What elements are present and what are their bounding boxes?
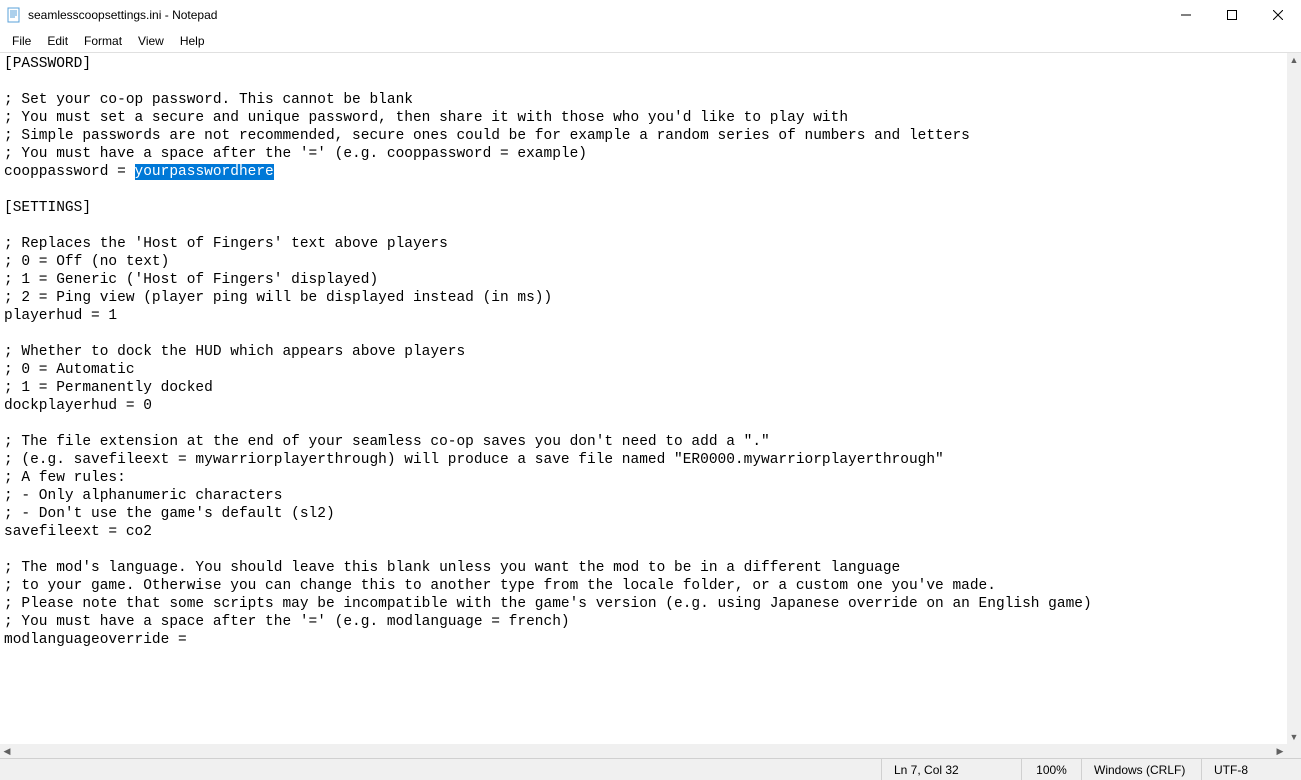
title-bar: seamlesscoopsettings.ini - Notepad xyxy=(0,0,1301,30)
close-button[interactable] xyxy=(1255,0,1301,30)
window-title: seamlesscoopsettings.ini - Notepad xyxy=(28,8,1163,22)
status-encoding: UTF-8 xyxy=(1201,759,1301,780)
text-editor[interactable]: [PASSWORD] ; Set your co-op password. Th… xyxy=(0,53,1287,744)
status-bar: Ln 7, Col 32 100% Windows (CRLF) UTF-8 xyxy=(0,758,1301,780)
scroll-up-arrow-icon[interactable]: ▲ xyxy=(1287,53,1301,67)
horizontal-scroll-track[interactable] xyxy=(14,744,1273,758)
scroll-right-arrow-icon[interactable]: ▶ xyxy=(1273,744,1287,758)
horizontal-scrollbar[interactable]: ◀ ▶ xyxy=(0,744,1287,758)
scrollbar-corner xyxy=(1287,744,1301,758)
menu-file[interactable]: File xyxy=(4,32,39,50)
vertical-scroll-track[interactable] xyxy=(1287,67,1301,730)
menu-help[interactable]: Help xyxy=(172,32,213,50)
vertical-scrollbar[interactable]: ▲ ▼ xyxy=(1287,53,1301,744)
editor-wrapper: [PASSWORD] ; Set your co-op password. Th… xyxy=(0,52,1301,758)
window-controls xyxy=(1163,0,1301,30)
app-icon xyxy=(6,7,22,23)
status-zoom: 100% xyxy=(1021,759,1081,780)
status-position: Ln 7, Col 32 xyxy=(881,759,1021,780)
menu-edit[interactable]: Edit xyxy=(39,32,76,50)
menu-bar: File Edit Format View Help xyxy=(0,30,1301,52)
menu-format[interactable]: Format xyxy=(76,32,130,50)
selected-text[interactable]: yourpasswordhere xyxy=(135,164,274,180)
minimize-button[interactable] xyxy=(1163,0,1209,30)
scroll-left-arrow-icon[interactable]: ◀ xyxy=(0,744,14,758)
menu-view[interactable]: View xyxy=(130,32,172,50)
maximize-button[interactable] xyxy=(1209,0,1255,30)
status-line-ending: Windows (CRLF) xyxy=(1081,759,1201,780)
scroll-down-arrow-icon[interactable]: ▼ xyxy=(1287,730,1301,744)
